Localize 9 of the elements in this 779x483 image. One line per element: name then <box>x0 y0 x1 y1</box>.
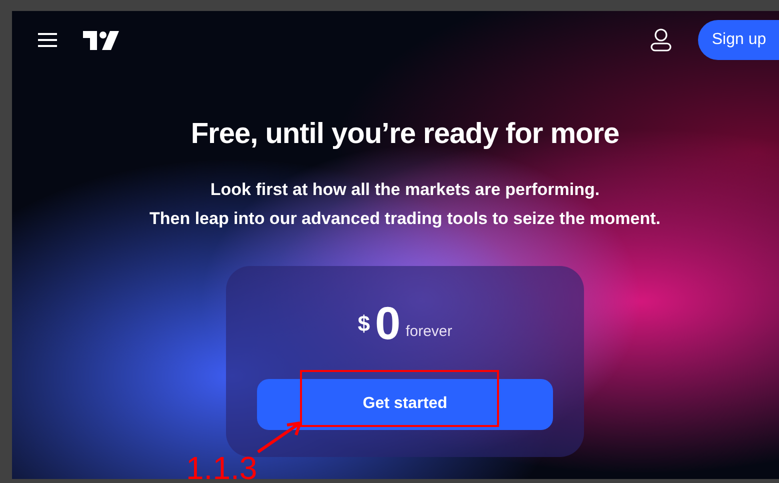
get-started-button[interactable]: Get started <box>257 378 553 430</box>
price-period: forever <box>406 322 452 342</box>
hero-subtitle: Then leap into our advanced trading tools to seize the moment. <box>149 208 660 230</box>
sign-up-button[interactable]: Sign up <box>698 20 779 60</box>
currency-symbol: $ <box>358 310 370 338</box>
hero-subtitle: Look first at how all the markets are performing. <box>210 178 600 201</box>
hero-title: Free, until you’re ready for more <box>190 117 620 152</box>
price-amount: 0 <box>374 300 401 346</box>
annotation-label: 1.1.3 <box>186 452 258 483</box>
